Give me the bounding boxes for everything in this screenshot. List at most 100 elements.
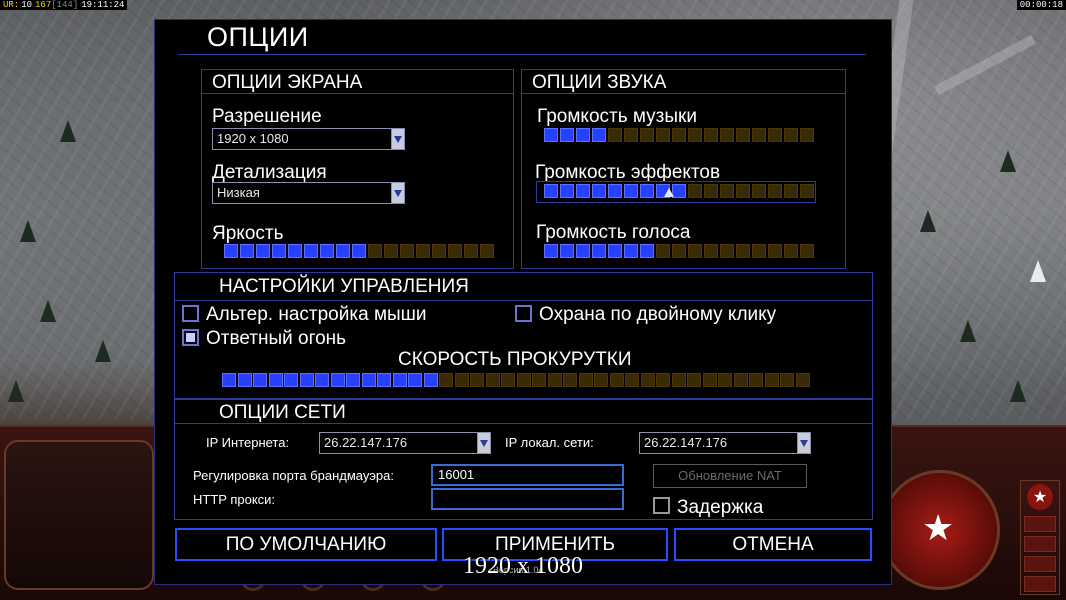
slider-segment-empty[interactable]: [656, 128, 670, 142]
slider-segment-empty[interactable]: [720, 128, 734, 142]
slider-segment-empty[interactable]: [672, 128, 686, 142]
brightness-slider[interactable]: [224, 244, 494, 258]
slider-segment-filled[interactable]: [288, 244, 302, 258]
slider-segment-empty[interactable]: [720, 244, 734, 258]
slider-segment-empty[interactable]: [784, 184, 798, 198]
slider-segment-filled[interactable]: [560, 244, 574, 258]
http-proxy-input[interactable]: [431, 488, 624, 510]
slider-segment-empty[interactable]: [485, 373, 500, 387]
return-fire-checkbox[interactable]: [182, 329, 199, 346]
slider-segment-filled[interactable]: [592, 128, 606, 142]
internet-ip-dropdown[interactable]: 26.22.147.176: [319, 432, 491, 454]
slider-segment-empty[interactable]: [454, 373, 469, 387]
slider-segment-empty[interactable]: [768, 128, 782, 142]
slider-segment-empty[interactable]: [470, 373, 484, 387]
slider-segment-filled[interactable]: [237, 373, 252, 387]
chevron-down-icon[interactable]: [797, 433, 810, 453]
slider-segment-empty[interactable]: [368, 244, 382, 258]
slider-segment-empty[interactable]: [448, 244, 462, 258]
slider-segment-filled[interactable]: [624, 244, 638, 258]
chevron-down-icon[interactable]: [477, 433, 490, 453]
firewall-port-input[interactable]: 16001: [431, 464, 624, 486]
slider-segment-filled[interactable]: [592, 244, 606, 258]
star-icon[interactable]: ★: [1027, 484, 1053, 510]
scroll-speed-slider[interactable]: [222, 373, 810, 387]
slider-segment-empty[interactable]: [532, 373, 546, 387]
hud-slot[interactable]: [1024, 536, 1056, 552]
slider-segment-empty[interactable]: [784, 128, 798, 142]
slider-segment-empty[interactable]: [501, 373, 515, 387]
slider-segment-empty[interactable]: [800, 244, 814, 258]
slider-segment-empty[interactable]: [432, 244, 446, 258]
slider-segment-filled[interactable]: [544, 184, 558, 198]
slider-segment-empty[interactable]: [780, 373, 794, 387]
slider-segment-empty[interactable]: [718, 373, 732, 387]
slider-segment-empty[interactable]: [768, 244, 782, 258]
slider-segment-filled[interactable]: [304, 244, 318, 258]
slider-segment-filled[interactable]: [256, 244, 270, 258]
slider-segment-empty[interactable]: [516, 373, 531, 387]
slider-segment-empty[interactable]: [608, 128, 622, 142]
slider-segment-filled[interactable]: [299, 373, 314, 387]
slider-segment-filled[interactable]: [336, 244, 350, 258]
slider-segment-empty[interactable]: [688, 184, 702, 198]
slider-segment-empty[interactable]: [749, 373, 763, 387]
slider-segment-empty[interactable]: [416, 244, 430, 258]
slider-segment-filled[interactable]: [576, 128, 590, 142]
slider-segment-empty[interactable]: [688, 244, 702, 258]
slider-segment-filled[interactable]: [672, 184, 686, 198]
slider-segment-filled[interactable]: [544, 128, 558, 142]
slider-segment-empty[interactable]: [594, 373, 608, 387]
slider-segment-filled[interactable]: [544, 244, 558, 258]
slider-segment-filled[interactable]: [576, 244, 590, 258]
music-volume-slider[interactable]: [544, 128, 814, 142]
slider-segment-empty[interactable]: [656, 244, 670, 258]
effects-volume-slider[interactable]: [544, 184, 814, 198]
slider-segment-empty[interactable]: [736, 184, 750, 198]
slider-segment-empty[interactable]: [704, 184, 718, 198]
slider-segment-empty[interactable]: [784, 244, 798, 258]
slider-segment-filled[interactable]: [608, 244, 622, 258]
slider-segment-empty[interactable]: [578, 373, 593, 387]
slider-segment-filled[interactable]: [315, 373, 329, 387]
slider-segment-empty[interactable]: [672, 244, 686, 258]
slider-segment-empty[interactable]: [624, 128, 638, 142]
slider-segment-empty[interactable]: [480, 244, 494, 258]
slider-segment-empty[interactable]: [752, 244, 766, 258]
slider-segment-empty[interactable]: [688, 128, 702, 142]
slider-segment-empty[interactable]: [736, 128, 750, 142]
hud-slot[interactable]: [1024, 516, 1056, 532]
slider-segment-filled[interactable]: [224, 244, 238, 258]
slider-segment-empty[interactable]: [704, 128, 718, 142]
slider-segment-empty[interactable]: [764, 373, 779, 387]
slider-segment-empty[interactable]: [609, 373, 624, 387]
slider-segment-filled[interactable]: [592, 184, 606, 198]
lan-ip-dropdown[interactable]: 26.22.147.176: [639, 432, 811, 454]
slider-segment-filled[interactable]: [408, 373, 422, 387]
slider-segment-filled[interactable]: [576, 184, 590, 198]
voice-volume-slider[interactable]: [544, 244, 814, 258]
slider-segment-filled[interactable]: [240, 244, 254, 258]
slider-segment-empty[interactable]: [768, 184, 782, 198]
slider-segment-empty[interactable]: [702, 373, 717, 387]
slider-segment-filled[interactable]: [320, 244, 334, 258]
slider-segment-empty[interactable]: [795, 373, 810, 387]
slider-segment-filled[interactable]: [640, 244, 654, 258]
slider-segment-filled[interactable]: [423, 373, 438, 387]
slider-segment-filled[interactable]: [222, 373, 236, 387]
slider-segment-filled[interactable]: [640, 184, 654, 198]
slider-segment-empty[interactable]: [656, 373, 670, 387]
delay-checkbox[interactable]: [653, 497, 670, 514]
slider-segment-filled[interactable]: [608, 184, 622, 198]
slider-thumb-icon[interactable]: [664, 188, 674, 197]
slider-segment-empty[interactable]: [547, 373, 562, 387]
slider-segment-empty[interactable]: [736, 244, 750, 258]
slider-segment-filled[interactable]: [352, 244, 366, 258]
alt-mouse-checkbox[interactable]: [182, 305, 199, 322]
slider-segment-filled[interactable]: [284, 373, 298, 387]
double-click-checkbox[interactable]: [515, 305, 532, 322]
slider-segment-filled[interactable]: [346, 373, 360, 387]
slider-segment-empty[interactable]: [800, 184, 814, 198]
slider-segment-filled[interactable]: [392, 373, 407, 387]
detail-dropdown[interactable]: Низкая: [212, 182, 405, 204]
